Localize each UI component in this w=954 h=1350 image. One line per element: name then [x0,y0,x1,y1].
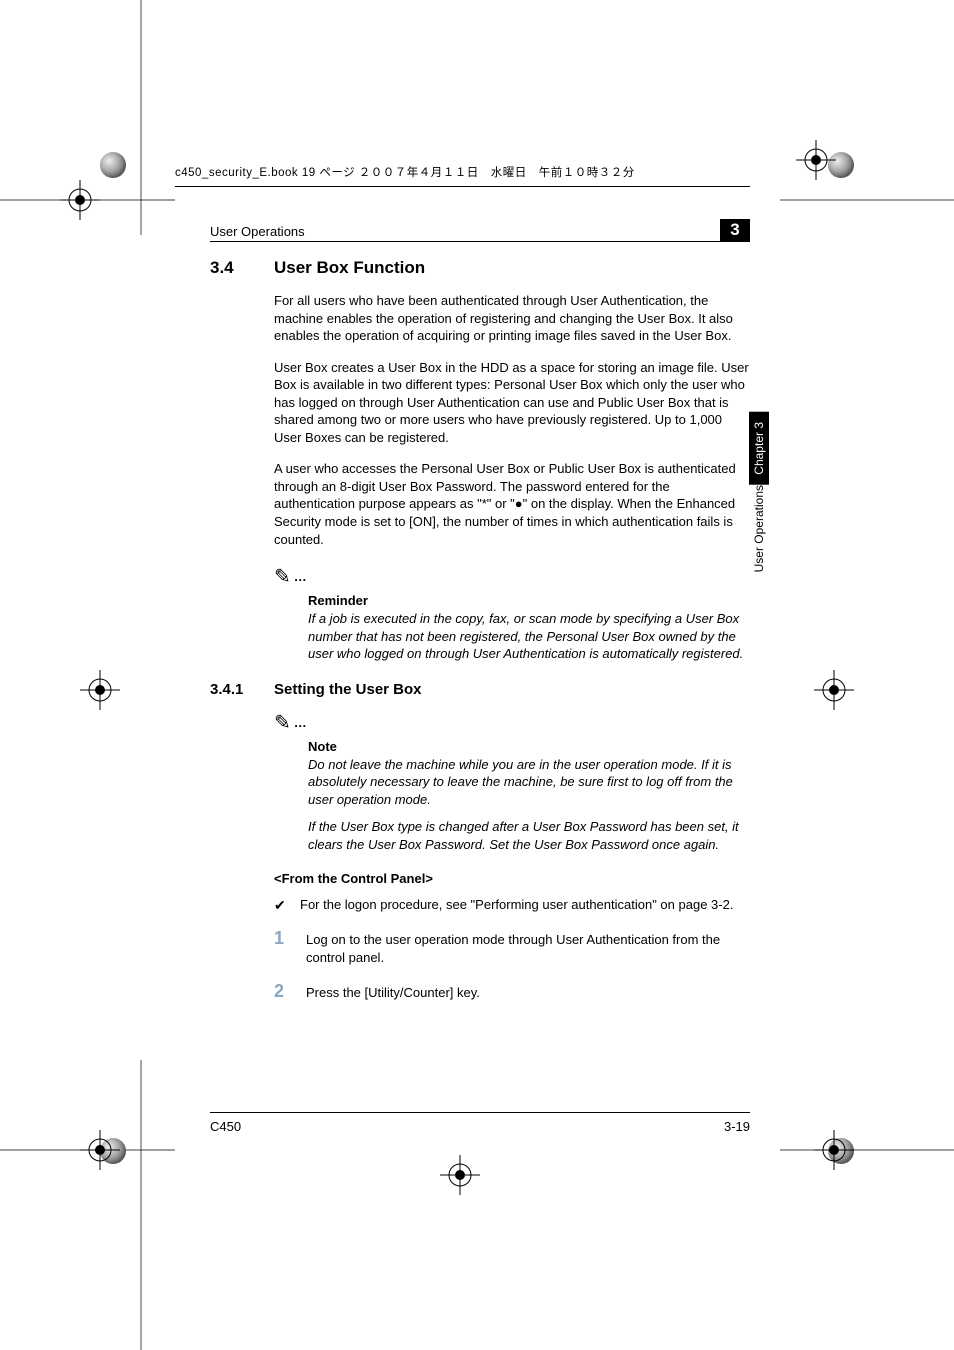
step-text: Press the [Utility/Counter] key. [306,982,480,1002]
body-paragraph: For all users who have been authenticate… [274,292,750,345]
registration-mark-icon [440,1155,480,1195]
footer-model: C450 [210,1119,241,1134]
step-number: 2 [274,982,292,1002]
registration-mark-icon [80,1130,120,1170]
side-tab-section: User Operations [749,485,769,586]
from-control-panel-heading: <From the Control Panel> [274,871,750,886]
note-icon: ✎ [274,710,291,735]
reminder-heading: Reminder [308,593,750,608]
step-text: Log on to the user operation mode throug… [306,929,750,966]
imposition-header-text: c450_security_E.book 19 ページ ２００７年４月１１日 水… [175,167,635,179]
section-heading: 3.4 User Box Function [210,258,750,278]
running-head: User Operations 3 [210,219,750,242]
imposition-header: c450_security_E.book 19 ページ ２００７年４月１１日 水… [175,164,750,187]
registration-mark-icon [60,180,100,220]
page-footer: C450 3-19 [210,1112,750,1134]
step-item: 1 Log on to the user operation mode thro… [274,929,750,966]
note-callout: ✎… Note Do not leave the machine while y… [274,708,750,854]
body-paragraph: A user who accesses the Personal User Bo… [274,460,750,548]
registration-mark-icon [796,140,836,180]
prerequisite-item: ✔ For the logon procedure, see "Performi… [274,896,750,915]
subsection-number: 3.4.1 [210,681,256,698]
note-body: Do not leave the machine while you are i… [308,756,750,809]
section-title: User Box Function [274,258,425,278]
note-heading: Note [308,739,750,754]
chapter-number-box: 3 [720,219,750,241]
subsection-title: Setting the User Box [274,681,422,698]
checkmark-icon: ✔ [274,896,290,915]
ellipsis-icon: … [294,715,310,730]
reminder-callout: ✎… Reminder If a job is executed in the … [274,562,750,663]
step-number: 1 [274,929,292,966]
section-number: 3.4 [210,258,252,278]
footer-page-number: 3-19 [724,1119,750,1134]
registration-mark-icon [814,1130,854,1170]
subsection-heading: 3.4.1 Setting the User Box [210,681,750,698]
registration-mark-icon [80,670,120,710]
side-tab-chapter: Chapter 3 [749,412,769,485]
running-head-section: User Operations [210,224,305,239]
reminder-body: If a job is executed in the copy, fax, o… [308,610,750,663]
prerequisite-text: For the logon procedure, see "Performing… [300,896,733,915]
corner-dot-icon [100,152,126,178]
ellipsis-icon: … [294,569,310,584]
registration-mark-icon [814,670,854,710]
note-body: If the User Box type is changed after a … [308,818,750,853]
note-icon: ✎ [274,564,291,589]
side-tab: Chapter 3 User Operations [749,412,769,586]
body-paragraph: User Box creates a User Box in the HDD a… [274,359,750,447]
step-item: 2 Press the [Utility/Counter] key. [274,982,750,1002]
page-content: 3.4 User Box Function For all users who … [210,258,750,1018]
